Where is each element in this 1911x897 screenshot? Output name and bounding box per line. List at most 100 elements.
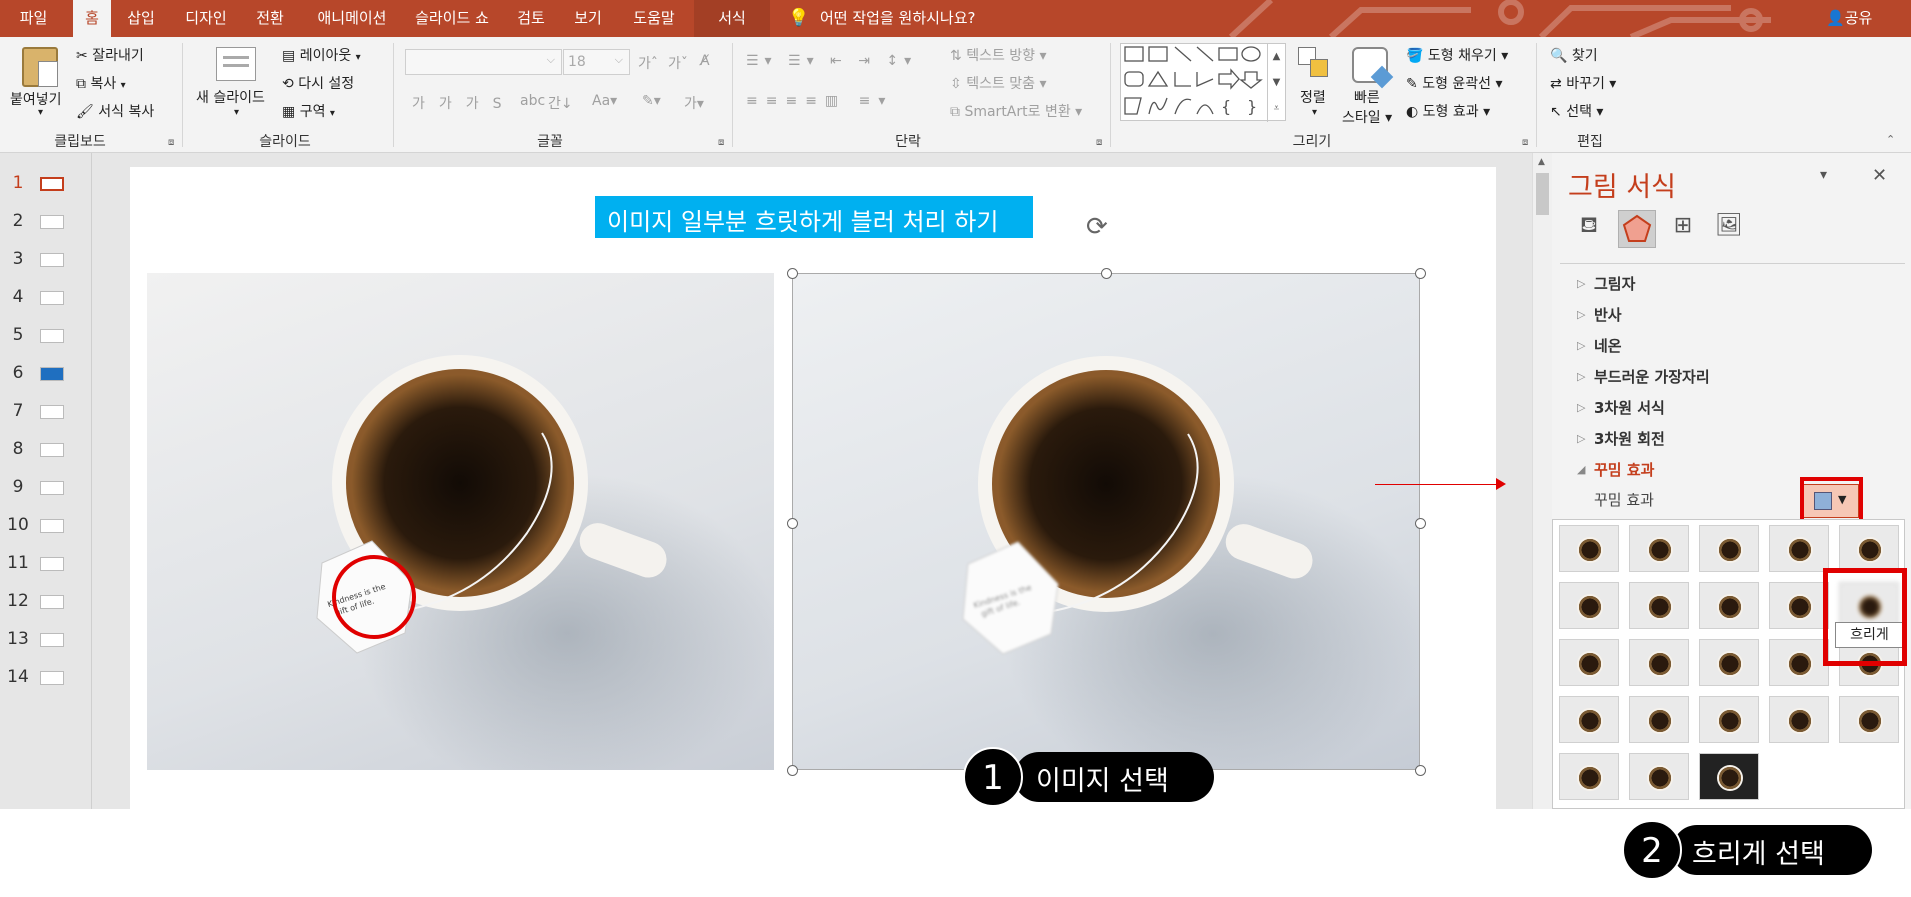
artistic-effect-option[interactable] [1769, 639, 1829, 686]
tab-view[interactable]: 보기 [563, 0, 613, 37]
paste-dropdown-icon[interactable]: ▾ [38, 107, 43, 118]
char-spacing-icon[interactable]: abc [520, 93, 545, 109]
list-buttons[interactable]: ☰▾ ☰▾ ⇤ ⇥ ↕▾ [746, 53, 917, 69]
resize-handle[interactable] [787, 268, 798, 279]
scroll-thumb[interactable] [1536, 173, 1549, 215]
resize-handle[interactable] [1415, 765, 1426, 776]
tab-help[interactable]: 도움말 [621, 0, 687, 37]
format-painter-button[interactable]: 🖌 서식 복사 [76, 101, 154, 121]
artistic-effect-option[interactable] [1839, 525, 1899, 572]
find-button[interactable]: 🔍 찾기 [1550, 45, 1598, 65]
tab-design[interactable]: 디자인 [172, 0, 240, 37]
paragraph-launcher-icon[interactable]: ⧈ [1096, 137, 1102, 148]
tell-me-search[interactable]: 어떤 작업을 원하시나요? [820, 0, 1000, 37]
slide-scrollbar[interactable]: ▲ [1532, 153, 1552, 809]
text-direction-button[interactable]: ⇅ 텍스트 방향 ▾ [950, 45, 1047, 65]
slide-thumbnail-number[interactable]: 14 [6, 667, 30, 687]
slide-thumbnail-number[interactable]: 4 [6, 287, 30, 307]
tab-review[interactable]: 검토 [506, 0, 556, 37]
rotate-handle-icon[interactable]: ⟳ [1086, 212, 1108, 242]
slide-thumbnail[interactable] [40, 557, 64, 571]
slide-thumbnail-number[interactable]: 13 [6, 629, 30, 649]
slide-thumbnail[interactable] [40, 519, 64, 533]
resize-handle[interactable] [787, 765, 798, 776]
effect-section-header[interactable]: 그림자 [1594, 273, 1635, 294]
slide-thumbnail-number[interactable]: 7 [6, 401, 30, 421]
arrange-dropdown-icon[interactable]: ▾ [1312, 107, 1317, 118]
cut-button[interactable]: ✂ 잘라내기 [76, 45, 144, 65]
change-case-icon[interactable]: Aa▾ [592, 93, 617, 109]
font-format-buttons[interactable]: 가가가S [412, 93, 516, 113]
new-slide-dropdown-icon[interactable]: ▾ [234, 107, 239, 118]
slide-thumbnail[interactable] [40, 177, 64, 191]
effect-section-header[interactable]: 부드러운 가장자리 [1594, 366, 1710, 387]
align-buttons[interactable]: ≡≡≡≡▥ ≡▾ [746, 93, 893, 109]
slide-thumbnail-number[interactable]: 11 [6, 553, 30, 573]
tab-slideshow[interactable]: 슬라이드 쇼 [406, 0, 498, 37]
clear-format-icon[interactable]: A̸ [700, 53, 710, 69]
slide-thumbnail-number[interactable]: 1 [6, 173, 30, 193]
artistic-effect-option[interactable] [1699, 639, 1759, 686]
left-photo-teacup[interactable]: Kindness is the gift of life. [147, 273, 774, 770]
effect-section-header[interactable]: 3차원 회전 [1594, 428, 1665, 449]
scroll-up-icon[interactable]: ▲ [1538, 157, 1545, 167]
hanja-icon[interactable]: 간↓ [548, 93, 573, 113]
shapes-scroll[interactable]: ▲ ▼ ⩡ [1267, 44, 1285, 122]
quick-styles-button-line2[interactable]: 스타일 ▾ [1342, 107, 1392, 127]
tab-format[interactable]: 서식 [694, 0, 770, 37]
font-launcher-icon[interactable]: ⧈ [718, 137, 724, 148]
clipboard-launcher-icon[interactable]: ⧈ [168, 137, 174, 148]
collapse-ribbon-icon[interactable]: ⌃ [1886, 133, 1895, 146]
slide-thumbnail[interactable] [40, 253, 64, 267]
artistic-effect-option[interactable] [1699, 525, 1759, 572]
shape-effects-button[interactable]: ◐ 도형 효과 ▾ [1406, 101, 1490, 121]
drawing-launcher-icon[interactable]: ⧈ [1522, 137, 1528, 148]
font-size-combobox[interactable]: 18 ⌵ [563, 49, 630, 75]
artistic-effect-option[interactable] [1629, 639, 1689, 686]
artistic-effect-option[interactable] [1559, 696, 1619, 743]
resize-handle[interactable] [1415, 268, 1426, 279]
artistic-effect-option[interactable] [1839, 696, 1899, 743]
tab-file[interactable]: 파일 [0, 0, 67, 37]
tab-animations[interactable]: 애니메이션 [302, 0, 402, 37]
shape-fill-button[interactable]: 🪣 도형 채우기 ▾ [1406, 45, 1508, 65]
artistic-effect-option[interactable] [1559, 639, 1619, 686]
shape-outline-button[interactable]: ✎ 도형 윤곽선 ▾ [1406, 73, 1503, 93]
artistic-effect-option[interactable] [1629, 582, 1689, 629]
artistic-effect-option[interactable] [1699, 582, 1759, 629]
slide-thumbnail-number[interactable]: 6 [6, 363, 30, 383]
pane-options-dropdown-icon[interactable]: ▾ [1820, 167, 1827, 183]
close-icon[interactable]: ✕ [1872, 165, 1887, 186]
arrange-button[interactable]: 정렬 [1300, 87, 1326, 107]
artistic-effect-option[interactable] [1699, 753, 1759, 800]
new-slide-button[interactable]: 새 슬라이드 [196, 87, 265, 107]
tab-transitions[interactable]: 전환 [245, 0, 295, 37]
reset-button[interactable]: ⟲ 다시 설정 [282, 73, 354, 93]
slide-thumbnail-number[interactable]: 2 [6, 211, 30, 231]
slide-thumbnail-number[interactable]: 3 [6, 249, 30, 269]
grow-font-icon[interactable]: 가ˆ [638, 53, 658, 73]
slide[interactable]: 이미지 일부분 흐릿하게 블러 처리 하기 ⟳ Kindness is the … [130, 167, 1496, 809]
resize-handle[interactable] [1101, 268, 1112, 279]
slide-thumbnail[interactable] [40, 367, 64, 381]
slide-thumbnail-number[interactable]: 5 [6, 325, 30, 345]
slide-thumbnail-number[interactable]: 10 [6, 515, 30, 535]
align-text-button[interactable]: ⇳ 텍스트 맞춤 ▾ [950, 73, 1047, 93]
fill-line-icon[interactable]: ⛾ [1572, 213, 1606, 247]
select-button[interactable]: ↖ 선택 ▾ [1550, 101, 1603, 121]
slide-thumbnail[interactable] [40, 215, 64, 229]
slide-thumbnail-number[interactable]: 9 [6, 477, 30, 497]
shrink-font-icon[interactable]: 가ˇ [668, 53, 688, 73]
effect-section-header[interactable]: 네온 [1594, 335, 1622, 356]
font-color-icon[interactable]: 가▾ [684, 93, 704, 113]
artistic-effect-option[interactable] [1559, 753, 1619, 800]
effect-section-header[interactable]: 반사 [1594, 304, 1622, 325]
effect-section-header[interactable]: 3차원 서식 [1594, 397, 1665, 418]
quick-styles-button[interactable]: 빠른 [1354, 87, 1380, 107]
slide-thumbnail[interactable] [40, 671, 64, 685]
slide-thumbnail[interactable] [40, 405, 64, 419]
artistic-effects-header[interactable]: 꾸밈 효과 [1594, 459, 1654, 480]
slide-thumbnail[interactable] [40, 633, 64, 647]
highlight-color-icon[interactable]: ✎▾ [642, 93, 661, 109]
picture-icon[interactable]: 🖼 [1712, 213, 1746, 247]
